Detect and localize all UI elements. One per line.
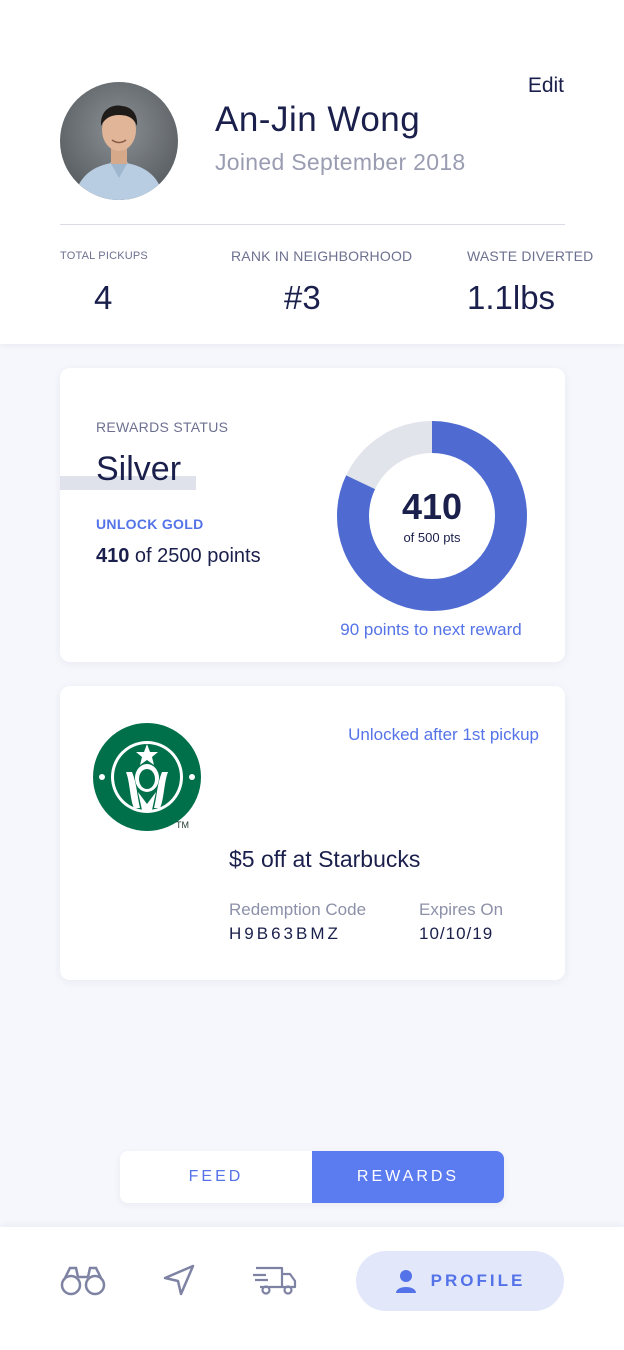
reward-card[interactable]: TM Unlocked after 1st pickup $5 off at S… [60, 686, 565, 980]
unlock-gold-label: UNLOCK GOLD [96, 516, 204, 532]
avatar [60, 82, 178, 200]
rewards-tier: Silver [96, 450, 182, 488]
points-current: 410 [96, 545, 130, 567]
expires-label: Expires On [419, 900, 504, 919]
donut-subtext: of 500 pts [403, 530, 461, 545]
redemption-code-label: Redemption Code [229, 900, 367, 919]
tab-feed[interactable]: FEED [120, 1151, 312, 1203]
stat-label-waste-diverted: WASTE DIVERTED [467, 248, 594, 264]
bottom-navigation: PROFILE [0, 1227, 624, 1350]
stat-label-rank: RANK IN NEIGHBORHOOD [231, 248, 413, 264]
user-icon [395, 1270, 416, 1293]
feed-rewards-toggle: FEED REWARDS [120, 1151, 504, 1203]
starbucks-logo [93, 723, 201, 831]
stat-value-rank: #3 [284, 279, 321, 316]
expires-value: 10/10/19 [419, 924, 494, 943]
redemption-code-value[interactable]: H9B63BMZ [229, 924, 341, 944]
user-name: An-Jin Wong [215, 100, 421, 139]
unlocked-note: Unlocked after 1st pickup [348, 725, 539, 744]
profile-header: Edit An-Jin Wong Joined September 2018 T… [0, 0, 624, 344]
navigation-arrow-icon[interactable] [162, 1263, 196, 1297]
rewards-status-label: REWARDS STATUS [96, 419, 229, 435]
tab-rewards[interactable]: REWARDS [312, 1151, 504, 1203]
rewards-status-card: REWARDS STATUS Silver UNLOCK GOLD 410 of… [60, 368, 565, 662]
binoculars-icon[interactable] [58, 1263, 108, 1299]
points-progress-text: 410 of 2500 points [96, 545, 261, 568]
header-divider [60, 224, 565, 225]
trademark-mark: TM [176, 820, 189, 830]
delivery-truck-icon[interactable] [252, 1263, 298, 1297]
avatar-photo [74, 105, 164, 200]
points-suffix: of 2500 points [129, 545, 261, 567]
stat-label-total-pickups: TOTAL PICKUPS [60, 250, 148, 262]
joined-date: Joined September 2018 [215, 149, 466, 175]
next-reward-text: 90 points to next reward [340, 620, 522, 639]
reward-offer-title: $5 off at Starbucks [229, 846, 421, 872]
stat-value-waste-diverted: 1.1lbs [467, 279, 556, 316]
edit-button[interactable]: Edit [528, 74, 564, 98]
stat-value-total-pickups: 4 [94, 279, 113, 316]
nav-profile-button[interactable]: PROFILE [356, 1251, 564, 1311]
donut-value: 410 [401, 486, 463, 527]
nav-profile-label: PROFILE [430, 1271, 526, 1290]
